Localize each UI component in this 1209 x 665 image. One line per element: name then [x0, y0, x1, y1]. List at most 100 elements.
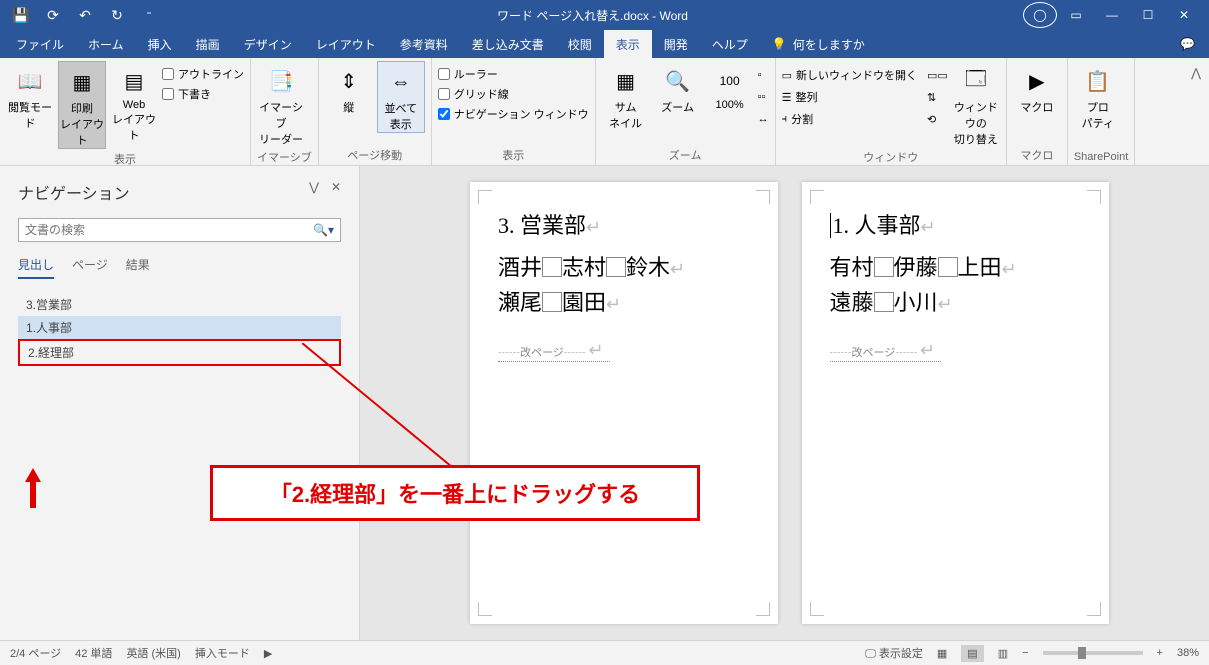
save-icon[interactable]: 💾 — [8, 2, 34, 28]
page-left[interactable]: 3. 営業部↵ 酒井志村鈴木↵ 瀬尾園田↵ ┄┄改ページ┄┄ ↵ — [470, 182, 778, 624]
status-page[interactable]: 2/4 ページ — [10, 645, 61, 661]
web-layout-label: Web レイアウト — [110, 99, 158, 143]
nav-tab-pages[interactable]: ページ — [72, 256, 108, 279]
tell-me[interactable]: 💡 何をしますか — [760, 30, 877, 58]
draft-label: 下書き — [178, 86, 211, 102]
new-window-button[interactable]: ▭ 新しいウィンドウを開く — [782, 65, 917, 85]
undo-icon[interactable]: ↶ — [72, 2, 98, 28]
ribbon: 📖閲覧モード ▦印刷 レイアウト ▤Web レイアウト アウトライン 下書き 表… — [0, 58, 1209, 166]
tab-help[interactable]: ヘルプ — [700, 30, 760, 58]
page-line: 瀬尾園田↵ — [498, 285, 750, 320]
view-print-icon[interactable]: ▤ — [961, 645, 983, 662]
tab-developer[interactable]: 開発 — [652, 30, 700, 58]
redo-icon[interactable]: ↻ — [104, 2, 130, 28]
view-web-icon[interactable]: ▥ — [998, 647, 1008, 660]
nav-collapse-icon[interactable]: ⋁ — [309, 180, 319, 194]
nav-item[interactable]: 3.営業部 — [18, 293, 341, 316]
view-side-by-side-button[interactable]: ▭▭ — [927, 65, 948, 85]
tab-insert[interactable]: 挿入 — [136, 30, 184, 58]
nav-search-input[interactable] — [25, 223, 313, 237]
group-zoom-label: ズーム — [602, 145, 769, 165]
page-break-marker: ┄┄改ページ┄┄ ↵ — [830, 340, 942, 362]
reset-window-button[interactable]: ⟲ — [927, 109, 948, 129]
one-page-button[interactable]: ▫ — [758, 65, 769, 85]
account-icon[interactable]: ◯ — [1023, 2, 1057, 28]
navigation-pane: ナビゲーション ⋁ ✕ 🔍▾ 見出し ページ 結果 3.営業部 1.人事部 2.… — [0, 166, 360, 640]
thumbnails-button[interactable]: ▦サム ネイル — [602, 61, 650, 131]
tab-layout[interactable]: レイアウト — [304, 30, 388, 58]
switch-windows-button[interactable]: 🗔ウィンドウの 切り替え — [952, 61, 1000, 147]
macros-button[interactable]: ▶マクロ — [1013, 61, 1061, 115]
properties-button[interactable]: 📋プロ パティ — [1074, 61, 1122, 131]
nav-title: ナビゲーション — [18, 180, 341, 204]
tab-review[interactable]: 校閲 — [556, 30, 604, 58]
search-icon[interactable]: 🔍▾ — [313, 223, 334, 237]
outline-check[interactable]: アウトライン — [162, 65, 244, 83]
zoom-in-icon[interactable]: + — [1157, 647, 1163, 659]
outline-label: アウトライン — [178, 66, 244, 82]
nav-item[interactable]: 1.人事部 — [18, 316, 341, 339]
nav-tab-results[interactable]: 結果 — [126, 256, 150, 279]
group-sharepoint-label: SharePoint — [1074, 149, 1128, 165]
display-settings[interactable]: 🖵 表示設定 — [865, 645, 923, 661]
status-words[interactable]: 42 単語 — [75, 645, 112, 661]
zoom-out-icon[interactable]: − — [1022, 647, 1028, 659]
nav-close-icon[interactable]: ✕ — [331, 180, 341, 194]
annotation-callout: 「2.経理部」を一番上にドラッグする — [210, 465, 700, 521]
maximize-button[interactable]: ☐ — [1131, 2, 1165, 28]
zoom-level[interactable]: 38% — [1177, 647, 1199, 659]
tab-draw[interactable]: 描画 — [184, 30, 232, 58]
status-mode[interactable]: 挿入モード — [195, 645, 250, 661]
navpane-check[interactable]: ナビゲーション ウィンドウ — [438, 105, 589, 123]
vertical-button[interactable]: ⇕縦 — [325, 61, 373, 115]
view-read-icon[interactable]: ▦ — [937, 647, 947, 660]
ribbon-display-icon[interactable]: ▭ — [1059, 2, 1093, 28]
minimize-button[interactable]: — — [1095, 2, 1129, 28]
gridlines-check[interactable]: グリッド線 — [438, 85, 589, 103]
collapse-ribbon-icon[interactable]: ⋀ — [1183, 58, 1209, 165]
zoom100-label: 100% — [716, 99, 744, 111]
tab-home[interactable]: ホーム — [76, 30, 136, 58]
status-lang[interactable]: 英語 (米国) — [126, 645, 180, 661]
thumb-label: サム ネイル — [609, 99, 642, 131]
tab-file[interactable]: ファイル — [4, 30, 76, 58]
web-layout-button[interactable]: ▤Web レイアウト — [110, 61, 158, 143]
qat-dropdown-icon[interactable]: ⁼ — [136, 2, 162, 28]
multi-page-button[interactable]: ▫▫ — [758, 87, 769, 107]
tab-design[interactable]: デザイン — [232, 30, 304, 58]
immersive-label: イマーシブ リーダー — [257, 99, 305, 147]
group-show-label: 表示 — [438, 145, 589, 165]
group-macro-label: マクロ — [1013, 145, 1061, 165]
comments-icon[interactable]: 💬 — [1166, 30, 1209, 58]
tab-references[interactable]: 参考資料 — [388, 30, 460, 58]
zoom-button[interactable]: 🔍ズーム — [654, 61, 702, 115]
window-title: ワード ページ入れ替え.docx - Word — [162, 7, 1023, 24]
ribbon-tabs: ファイル ホーム 挿入 描画 デザイン レイアウト 参考資料 差し込み文書 校閲… — [0, 30, 1209, 58]
print-layout-button[interactable]: ▦印刷 レイアウト — [58, 61, 106, 149]
titlebar: 💾 ⟳ ↶ ↻ ⁼ ワード ページ入れ替え.docx - Word ◯ ▭ — … — [0, 0, 1209, 30]
nav-item-highlighted[interactable]: 2.経理部 — [18, 339, 341, 366]
page-line: 有村伊藤上田↵ — [830, 250, 1082, 285]
page-width-button[interactable]: ↔ — [758, 109, 769, 129]
sync-scroll-button[interactable]: ⇅ — [927, 87, 948, 107]
side-by-side-button[interactable]: ⇔並べて 表示 — [377, 61, 425, 133]
tab-mailings[interactable]: 差し込み文書 — [460, 30, 556, 58]
switch-label: ウィンドウの 切り替え — [952, 99, 1000, 147]
arrange-all-button[interactable]: ☰ 整列 — [782, 87, 917, 107]
read-mode-button[interactable]: 📖閲覧モード — [6, 61, 54, 131]
macro-icon[interactable]: ▶ — [264, 647, 272, 660]
zoom-100-button[interactable]: 100100% — [706, 61, 754, 111]
close-button[interactable]: ✕ — [1167, 2, 1201, 28]
draft-check[interactable]: 下書き — [162, 85, 244, 103]
status-bar: 2/4 ページ 42 単語 英語 (米国) 挿入モード ▶ 🖵 表示設定 ▦ ▤… — [0, 640, 1209, 665]
zoom-slider[interactable] — [1043, 651, 1143, 655]
split-button[interactable]: ⫞ 分割 — [782, 109, 917, 129]
ruler-check[interactable]: ルーラー — [438, 65, 589, 83]
tab-view[interactable]: 表示 — [604, 30, 652, 58]
tell-me-label: 何をしますか — [793, 36, 865, 53]
page-right[interactable]: 1. 人事部↵ 有村伊藤上田↵ 遠藤小川↵ ┄┄改ページ┄┄ ↵ — [802, 182, 1110, 624]
nav-search[interactable]: 🔍▾ — [18, 218, 341, 242]
immersive-reader-button[interactable]: 📑イマーシブ リーダー — [257, 61, 305, 147]
nav-tab-headings[interactable]: 見出し — [18, 256, 54, 279]
autosave-icon[interactable]: ⟳ — [40, 2, 66, 28]
